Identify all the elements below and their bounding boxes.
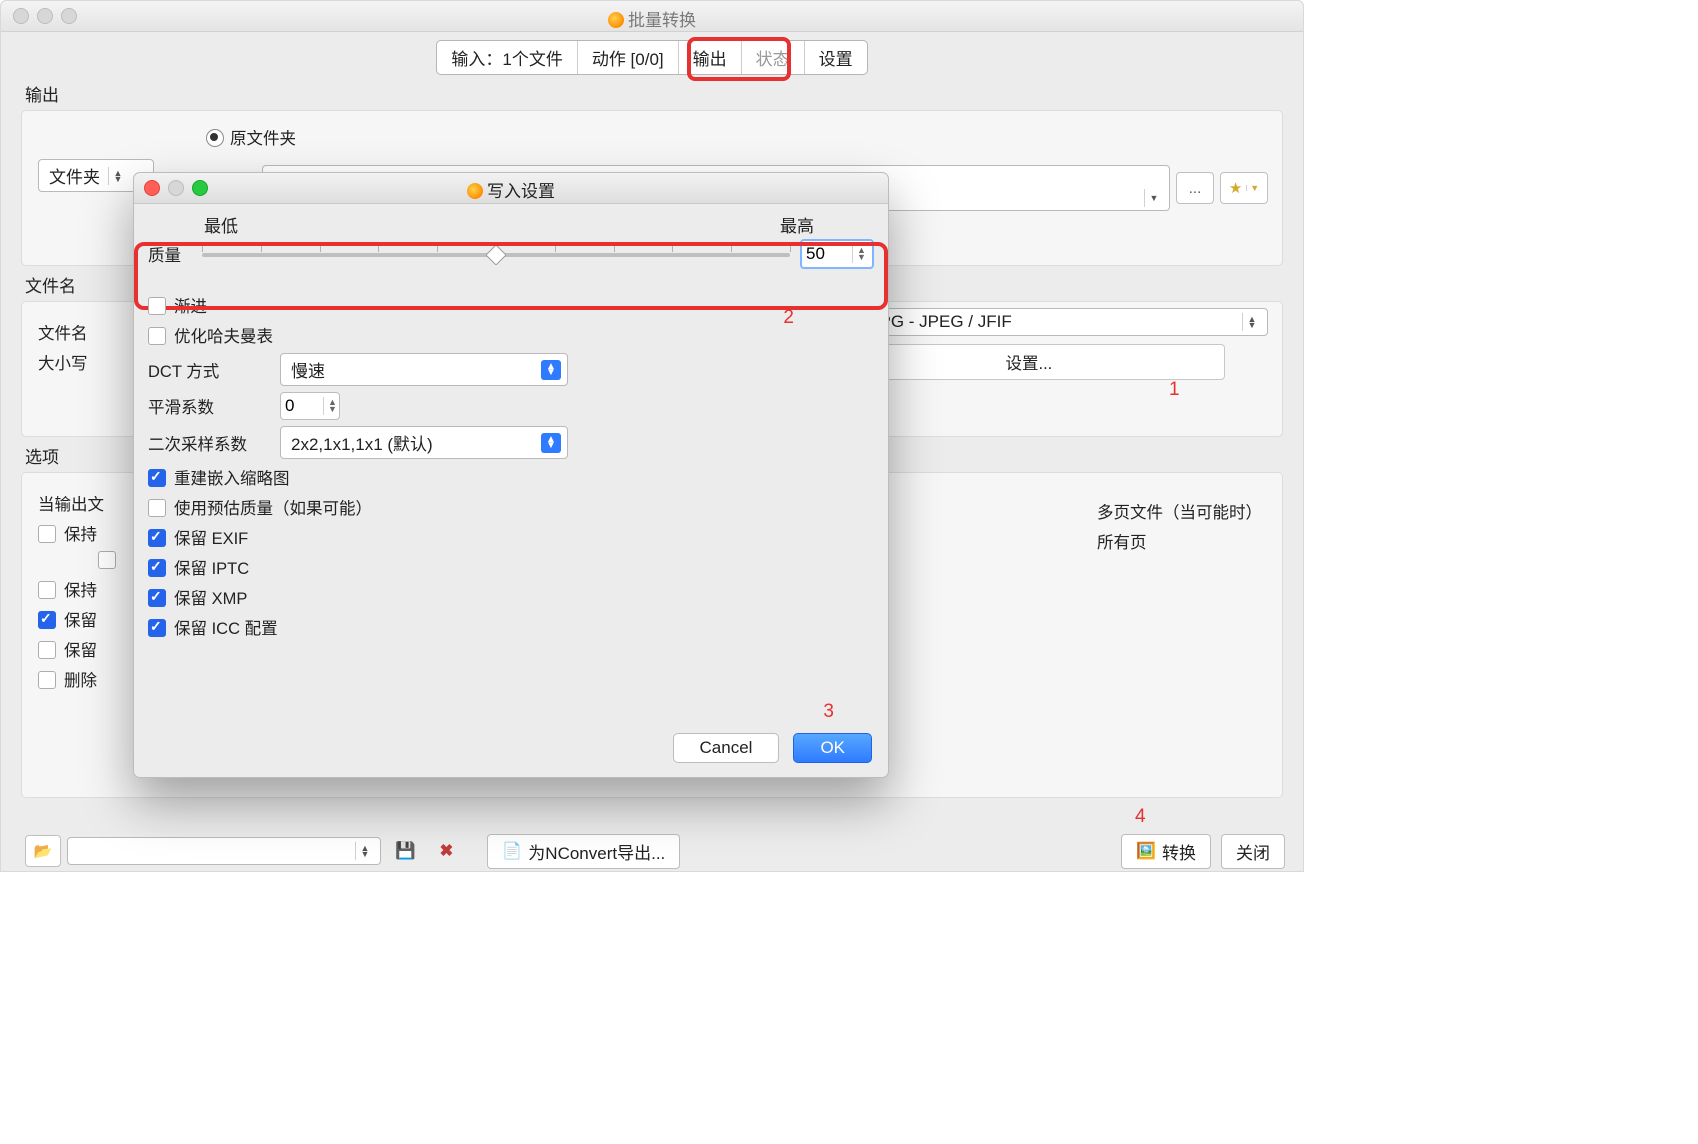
opt-multipage: 多页文件（当可能时）: [1097, 499, 1262, 523]
radio-dot-icon: [206, 129, 224, 147]
cancel-button[interactable]: Cancel: [673, 733, 780, 763]
export-icon: 📄: [502, 841, 522, 861]
close-button[interactable]: 关闭: [1221, 834, 1285, 869]
opt-keep1: 保持: [64, 526, 97, 544]
keep-iptc-checkbox[interactable]: [148, 559, 166, 577]
checkbox[interactable]: [98, 551, 116, 569]
smooth-spinner[interactable]: ▲▼: [280, 392, 340, 420]
checkbox-checked[interactable]: [38, 611, 56, 629]
huffman-label: 优化哈夫曼表: [174, 328, 273, 346]
chevron-updown-icon: ▲▼: [541, 360, 561, 380]
chevron-updown-icon: ▲▼: [1242, 313, 1261, 331]
quality-spinner[interactable]: ▲▼: [800, 239, 874, 269]
chevron-updown-icon: ▲▼: [541, 433, 561, 453]
progressive-checkbox[interactable]: [148, 297, 166, 315]
keep-exif-label: 保留 EXIF: [174, 530, 248, 548]
checkbox[interactable]: [38, 641, 56, 659]
smooth-input[interactable]: [281, 393, 323, 419]
opt-keep2: 保持: [64, 582, 97, 600]
rebuild-thumb-label: 重建嵌入缩略图: [174, 470, 290, 488]
est-quality-label: 使用预估质量（如果可能）: [174, 500, 372, 518]
quality-slider[interactable]: [202, 242, 790, 266]
opt-allpages: 所有页: [1097, 529, 1262, 553]
delete-icon[interactable]: ✖: [440, 841, 454, 861]
subsample-label: 二次采样系数: [148, 431, 280, 455]
main-titlebar: 批量转换: [1, 1, 1303, 32]
subsample-value: 2x2,1x1,1x1 (默认): [291, 430, 433, 455]
open-preset-button[interactable]: 📂: [25, 835, 61, 867]
spinner-arrows-icon[interactable]: ▲▼: [323, 397, 341, 415]
checkbox[interactable]: [38, 525, 56, 543]
keep-icc-checkbox[interactable]: [148, 619, 166, 637]
chevron-down-icon: ▼: [1144, 189, 1163, 207]
slider-thumb-icon[interactable]: [486, 245, 506, 265]
output-group-title: 输出: [25, 81, 1283, 106]
main-tabbar: 输入：1个文件 动作 [0/0] 输出 状态 设置: [436, 40, 867, 75]
keep-xmp-label: 保留 XMP: [174, 590, 247, 608]
browse-button[interactable]: ...: [1176, 172, 1214, 204]
tab-input[interactable]: 输入：1个文件: [437, 41, 577, 74]
tab-settings[interactable]: 设置: [805, 41, 867, 74]
opt-keep3: 保留: [64, 612, 97, 630]
keep-icc-label: 保留 ICC 配置: [174, 620, 278, 638]
format-value: JPG - JPEG / JFIF: [871, 312, 1012, 332]
dct-select[interactable]: 慢速 ▲▼: [280, 353, 568, 386]
smooth-label: 平滑系数: [148, 394, 280, 418]
window-title: 批量转换: [1, 6, 1303, 31]
ok-button[interactable]: OK: [793, 733, 872, 763]
format-select[interactable]: JPG - JPEG / JFIF ▲▼: [860, 308, 1268, 336]
chevron-down-icon: ▲▼: [108, 167, 127, 185]
progressive-label: 渐进: [174, 298, 207, 316]
bottom-bar: 📂 ▲▼ 💾 ✖ 📄 为NConvert导出... 🖼️ 转换 关闭: [1, 831, 1303, 871]
tab-status: 状态: [742, 41, 805, 74]
est-quality-checkbox[interactable]: [148, 499, 166, 517]
quality-label: 质量: [148, 242, 192, 266]
chevron-down-icon: ▼: [1246, 185, 1259, 191]
opt-keep4: 保留: [64, 642, 97, 660]
folder-select-label: 文件夹: [49, 163, 100, 188]
radio-original-folder[interactable]: 原文件夹: [206, 125, 1266, 149]
checkbox[interactable]: [38, 671, 56, 689]
rebuild-thumb-checkbox[interactable]: [148, 469, 166, 487]
checkbox[interactable]: [38, 581, 56, 599]
dct-label: DCT 方式: [148, 358, 280, 382]
convert-button[interactable]: 🖼️ 转换: [1121, 834, 1211, 869]
preset-combo[interactable]: ▲▼: [67, 837, 381, 865]
write-settings-dialog: 写入设置 最低 最高 质量: [133, 172, 889, 778]
annotation-3: 3: [823, 701, 834, 723]
app-icon: [467, 183, 483, 199]
case-label: 大小写: [38, 350, 128, 374]
chevron-updown-icon: ▲▼: [355, 842, 374, 860]
huffman-checkbox[interactable]: [148, 327, 166, 345]
keep-exif-checkbox[interactable]: [148, 529, 166, 547]
keep-xmp-checkbox[interactable]: [148, 589, 166, 607]
format-settings-button[interactable]: 设置...: [833, 344, 1225, 380]
quality-max-label: 最高: [780, 212, 814, 237]
app-icon: [608, 12, 624, 28]
quality-min-label: 最低: [204, 212, 238, 237]
convert-icon: 🖼️: [1136, 841, 1156, 861]
keep-iptc-label: 保留 IPTC: [174, 560, 249, 578]
subsample-select[interactable]: 2x2,1x1,1x1 (默认) ▲▼: [280, 426, 568, 459]
quality-input[interactable]: [802, 241, 852, 267]
tab-output[interactable]: 输出: [679, 41, 742, 74]
star-icon: ★: [1229, 179, 1242, 197]
favorite-button[interactable]: ★ ▼: [1220, 172, 1268, 204]
dct-value: 慢速: [291, 357, 325, 382]
spinner-arrows-icon[interactable]: ▲▼: [852, 245, 870, 263]
tab-actions[interactable]: 动作 [0/0]: [578, 41, 679, 74]
folder-open-icon: 📂: [34, 842, 53, 860]
opt-delete: 删除: [64, 672, 97, 690]
filename-label: 文件名: [38, 320, 128, 344]
save-icon[interactable]: 💾: [395, 842, 416, 861]
nconvert-export-button[interactable]: 📄 为NConvert导出...: [487, 834, 680, 869]
dialog-title: 写入设置: [134, 177, 888, 202]
